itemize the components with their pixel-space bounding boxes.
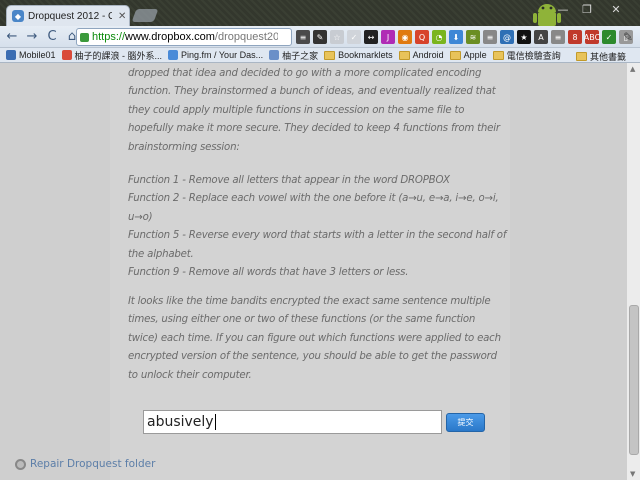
functions-list: Function 1 - Remove all letters that app… [128, 172, 508, 282]
favicon-icon [6, 50, 16, 60]
bookmark-item[interactable]: Mobile01 [6, 50, 56, 60]
bookmark-item[interactable]: Apple [449, 50, 487, 60]
intro-paragraph: dropped that idea and decided to go with… [128, 68, 500, 153]
bookmark-item[interactable]: 電信檢驗查詢 [492, 49, 561, 62]
other-bookmarks-label: 其他書籤 [589, 52, 626, 62]
folder-icon [398, 50, 410, 60]
tab-title: Dropquest 2012 - Chapter [28, 10, 112, 22]
lock-icon [80, 32, 89, 42]
new-tab-button[interactable] [131, 9, 159, 22]
folder-icon [575, 52, 587, 61]
bookmark-label: Ping.fm / Your Das... [181, 50, 264, 60]
folder-icon [492, 50, 504, 60]
ext-18-icon[interactable]: ABC [584, 30, 600, 44]
ext-17-icon[interactable]: 8 [568, 30, 582, 44]
bookmark-item[interactable]: 柚子之家 [269, 49, 318, 62]
ext-5-icon[interactable]: ↔ [364, 30, 378, 44]
address-bar[interactable]: https://www.dropbox.com/dropquest2012/a [76, 28, 292, 46]
close-window-button[interactable]: ✕ [600, 2, 632, 18]
page-viewport: dropped that idea and decided to go with… [0, 63, 626, 480]
folder-icon [324, 50, 336, 60]
window-controls: — ❐ ✕ [552, 2, 632, 18]
function-5: Function 5 - Reverse every word that sta… [128, 230, 507, 260]
ext-16-icon[interactable]: ≡ [551, 30, 565, 44]
bookmark-label: 柚子的課浪 - 腦外系... [74, 50, 163, 61]
extension-icons: ≡ ✎ ☆ ✓ ↔ J ◉ Q ◔ ⬇ ≋ ≡ @ ★ A ≡ 8 ABC ✓ ▯ [296, 30, 633, 44]
bookmark-label: 柚子之家 [282, 50, 319, 61]
submit-button[interactable]: 提交 [446, 413, 485, 432]
back-button[interactable]: ← [4, 29, 20, 45]
function-1: Function 1 - Remove all letters that app… [128, 175, 450, 186]
reload-button[interactable]: C [44, 29, 60, 45]
ext-15-icon[interactable]: A [534, 30, 548, 44]
bookmarks-bar: Mobile01 柚子的課浪 - 腦外系... Ping.fm / Your Das… [0, 48, 640, 63]
favicon-icon [168, 50, 179, 60]
answer-input[interactable]: abusively [143, 410, 442, 434]
ext-11-icon[interactable]: ≋ [466, 30, 480, 44]
url-text[interactable]: https://www.dropbox.com/dropquest2012/a [92, 31, 278, 43]
instructions-paragraph: It looks like the time bandits encrypted… [128, 296, 501, 381]
tab-dropquest[interactable]: ◆ Dropquest 2012 - Chapter ✕ [6, 5, 130, 26]
tab-close-icon[interactable]: ✕ [118, 11, 126, 22]
forward-button[interactable]: → [24, 29, 40, 45]
folder-icon [449, 50, 461, 60]
dropbox-favicon-icon: ◆ [12, 10, 24, 22]
scroll-up-icon[interactable]: ▲ [630, 65, 635, 73]
scroll-thumb[interactable] [629, 305, 639, 455]
ext-10-icon[interactable]: ⬇ [449, 30, 463, 44]
bookmark-item[interactable]: Android [398, 50, 444, 60]
ext-1-icon[interactable]: ≡ [296, 30, 310, 44]
function-9: Function 9 - Remove all words that have … [128, 267, 409, 279]
ext-13-icon[interactable]: @ [500, 30, 514, 44]
repair-label: Repair Dropquest folder [30, 458, 156, 470]
title-bar: ◆ Dropquest 2012 - Chapter ✕ — ❐ ✕ [0, 0, 640, 26]
scroll-down-icon[interactable]: ▼ [630, 470, 635, 478]
ext-4-icon[interactable]: ✓ [347, 30, 361, 44]
function-2: Function 2 - Replace each vowel with the… [128, 193, 499, 223]
ext-3-icon[interactable]: ☆ [330, 30, 344, 44]
bookmark-label: Apple [463, 50, 487, 60]
maximize-button[interactable]: ❐ [576, 2, 598, 18]
repair-link[interactable]: Repair Dropquest folder [15, 458, 155, 470]
ext-6-icon[interactable]: J [381, 30, 395, 44]
ext-14-icon[interactable]: ★ [517, 30, 531, 44]
favicon-icon [61, 50, 72, 60]
favicon-icon [269, 50, 280, 60]
bookmark-item[interactable]: Bookmarklets [324, 50, 393, 60]
ext-2-icon[interactable]: ✎ [313, 30, 327, 44]
repair-icon [15, 458, 26, 470]
wrench-menu-icon[interactable]: ✎ [620, 29, 636, 45]
ext-7-icon[interactable]: ◉ [398, 30, 412, 44]
ext-12-icon[interactable]: ≡ [483, 30, 497, 44]
browser-toolbar: ← → C ⌂ https://www.dropbox.com/dropques… [0, 26, 640, 48]
bookmark-label: Android [412, 50, 444, 60]
bookmark-item[interactable]: Ping.fm / Your Das... [168, 50, 263, 60]
ext-8-icon[interactable]: Q [415, 30, 429, 44]
bookmark-item[interactable]: 柚子的課浪 - 腦外系... [61, 49, 163, 62]
bookmark-label: Mobile01 [19, 50, 56, 60]
ext-19-icon[interactable]: ✓ [602, 30, 616, 44]
vertical-scrollbar[interactable]: ▲ ▼ [626, 63, 640, 480]
answer-value: abusively [147, 414, 214, 430]
text-caret [214, 414, 216, 430]
other-bookmarks[interactable]: 其他書籤 [575, 50, 626, 63]
bookmark-label: Bookmarklets [338, 50, 393, 60]
bookmark-label: 電信檢驗查詢 [506, 50, 561, 61]
minimize-button[interactable]: — [552, 2, 574, 18]
ext-9-icon[interactable]: ◔ [432, 30, 446, 44]
